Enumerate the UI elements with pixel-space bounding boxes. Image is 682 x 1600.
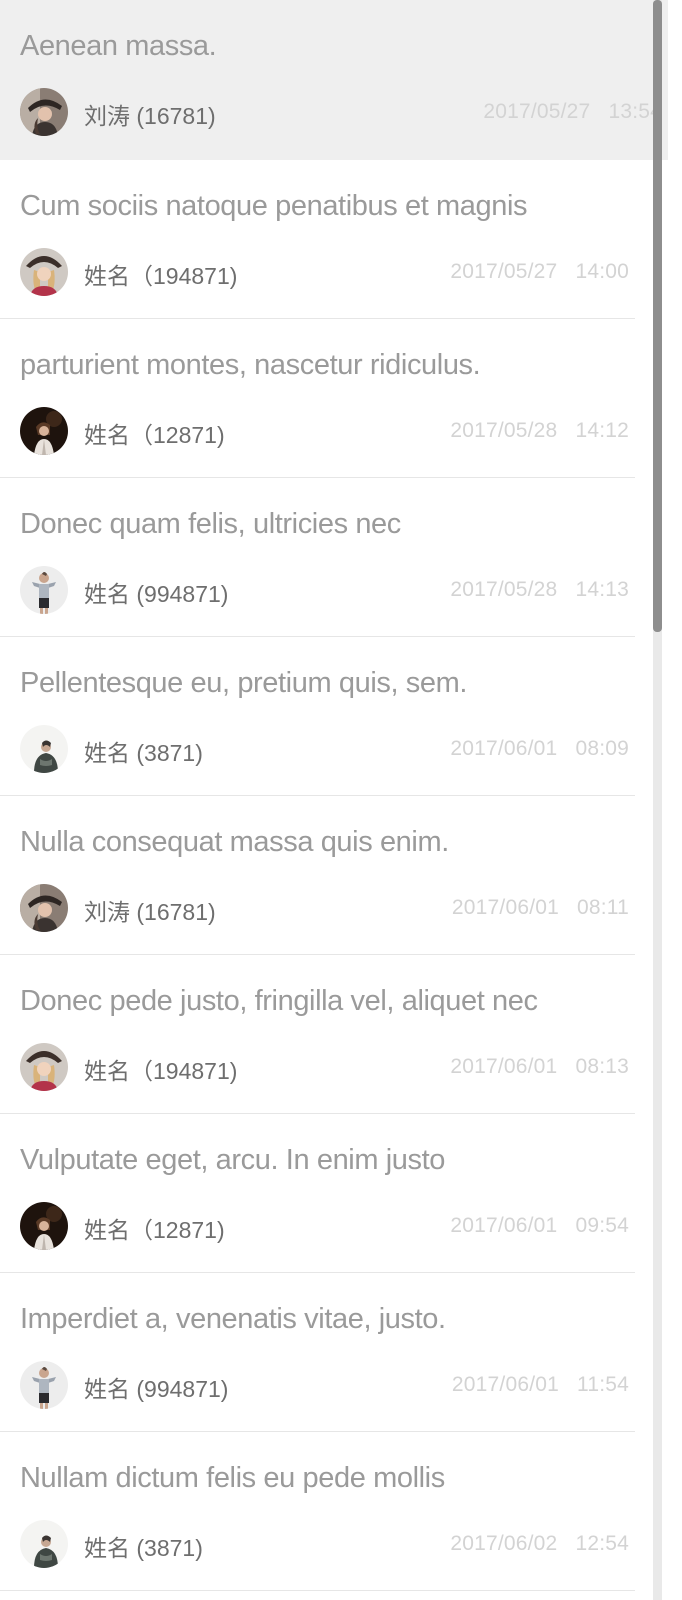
author-name: 姓名 (994871)	[84, 581, 229, 607]
message-time: 08:11	[577, 896, 629, 919]
message-title: Donec pede justo, fringilla vel, aliquet…	[20, 985, 538, 1017]
message-meta: 刘涛 (16781) 2017/05/27 13:54	[20, 88, 662, 138]
message-meta: 姓名 (994871) 2017/05/28 14:13	[20, 566, 629, 616]
avatar-woman-coat-icon	[20, 1520, 68, 1568]
message-title: Pellentesque eu, pretium quis, sem.	[20, 667, 468, 699]
message-date: 2017/05/28	[450, 419, 558, 442]
list-item[interactable]: Donec pede justo, fringilla vel, aliquet…	[0, 955, 635, 1114]
list-item[interactable]: Pellentesque eu, pretium quis, sem. 姓名 (…	[0, 637, 635, 796]
message-time: 08:13	[575, 1055, 629, 1078]
message-datetime: 2017/05/28 14:13	[450, 578, 629, 602]
avatar[interactable]	[20, 884, 68, 932]
avatar-woman-coat-icon	[20, 725, 68, 773]
message-list: Aenean massa. 刘涛 (16781) 2017/05/27 13:54…	[0, 0, 668, 1600]
message-datetime: 2017/06/01 08:11	[452, 896, 629, 920]
message-date: 2017/06/01	[450, 1055, 558, 1078]
message-meta: 姓名（194871) 2017/05/27 14:00	[20, 248, 629, 298]
author-name: 姓名（12871)	[84, 422, 225, 448]
avatar-blonde-woman-icon	[20, 248, 68, 296]
author-name: 姓名 (3871)	[84, 740, 203, 766]
author-name: 刘涛 (16781)	[84, 899, 216, 925]
avatar[interactable]	[20, 566, 68, 614]
message-title: Nullam dictum felis eu pede mollis	[20, 1462, 445, 1494]
message-datetime: 2017/06/02 12:54	[450, 1532, 629, 1556]
message-time: 09:54	[575, 1214, 629, 1237]
message-datetime: 2017/05/28 14:12	[450, 419, 629, 443]
message-datetime: 2017/06/01 11:54	[452, 1373, 629, 1397]
message-datetime: 2017/05/27 14:00	[450, 260, 629, 284]
message-time: 14:12	[575, 419, 629, 442]
avatar-woman-hat-icon	[20, 884, 68, 932]
avatar-dark-portrait-icon	[20, 407, 68, 455]
message-meta: 姓名（12871) 2017/06/01 09:54	[20, 1202, 629, 1252]
message-title: parturient montes, nascetur ridiculus.	[20, 349, 481, 381]
avatar[interactable]	[20, 1520, 68, 1568]
message-meta: 姓名 (994871) 2017/06/01 11:54	[20, 1361, 629, 1411]
list-item[interactable]: Nullam dictum felis eu pede mollis 姓名 (3…	[0, 1432, 635, 1591]
message-date: 2017/06/01	[451, 896, 559, 919]
message-time: 08:09	[575, 737, 629, 760]
message-title: Imperdiet a, venenatis vitae, justo.	[20, 1303, 446, 1335]
avatar-blonde-woman-icon	[20, 1043, 68, 1091]
list-item[interactable]: Cum sociis natoque penatibus et magnis 姓…	[0, 160, 635, 319]
avatar-woman-standing-icon	[20, 566, 68, 614]
message-date: 2017/06/01	[450, 1214, 558, 1237]
message-title: Aenean massa.	[20, 30, 217, 62]
author-name: 刘涛 (16781)	[84, 103, 216, 129]
message-meta: 姓名（194871) 2017/06/01 08:13	[20, 1043, 629, 1093]
avatar[interactable]	[20, 248, 68, 296]
message-date: 2017/06/01	[450, 737, 558, 760]
message-datetime: 2017/05/27 13:54	[483, 100, 662, 124]
message-meta: 姓名 (3871) 2017/06/02 12:54	[20, 1520, 629, 1570]
author-name: 姓名（194871)	[84, 1058, 238, 1084]
list-item[interactable]: Imperdiet a, venenatis vitae, justo. 姓名 …	[0, 1273, 635, 1432]
list-item[interactable]: Vulputate eget, arcu. In enim justo 姓名（1…	[0, 1114, 635, 1273]
list-item[interactable]: parturient montes, nascetur ridiculus. 姓…	[0, 319, 635, 478]
author-name: 姓名 (994871)	[84, 1376, 229, 1402]
avatar[interactable]	[20, 1202, 68, 1250]
avatar[interactable]	[20, 407, 68, 455]
list-item[interactable]: Donec quam felis, ultricies nec 姓名 (9948…	[0, 478, 635, 637]
avatar-dark-portrait-icon	[20, 1202, 68, 1250]
avatar[interactable]	[20, 1043, 68, 1091]
avatar[interactable]	[20, 88, 68, 136]
message-time: 14:00	[575, 260, 629, 283]
message-datetime: 2017/06/01 09:54	[450, 1214, 629, 1238]
message-title: Cum sociis natoque penatibus et magnis	[20, 190, 528, 222]
message-date: 2017/06/02	[450, 1532, 558, 1555]
list-item[interactable]: Aenean massa. 刘涛 (16781) 2017/05/27 13:54	[0, 0, 668, 160]
message-date: 2017/05/28	[450, 578, 558, 601]
author-name: 姓名（12871)	[84, 1217, 225, 1243]
message-time: 11:54	[577, 1373, 629, 1396]
author-name: 姓名 (3871)	[84, 1535, 203, 1561]
author-name: 姓名（194871)	[84, 263, 238, 289]
message-title: Nulla consequat massa quis enim.	[20, 826, 449, 858]
message-meta: 姓名 (3871) 2017/06/01 08:09	[20, 725, 629, 775]
message-date: 2017/05/27	[483, 100, 591, 123]
scrollbar-thumb[interactable]	[653, 0, 662, 632]
message-time: 14:13	[575, 578, 629, 601]
message-meta: 刘涛 (16781) 2017/06/01 08:11	[20, 884, 629, 934]
message-datetime: 2017/06/01 08:09	[450, 737, 629, 761]
message-meta: 姓名（12871) 2017/05/28 14:12	[20, 407, 629, 457]
message-title: Vulputate eget, arcu. In enim justo	[20, 1144, 446, 1176]
avatar-woman-hat-icon	[20, 88, 68, 136]
list-item[interactable]: Nulla consequat massa quis enim. 刘涛 (167…	[0, 796, 635, 955]
scrollbar[interactable]	[653, 0, 662, 1600]
message-time: 12:54	[575, 1532, 629, 1555]
avatar-woman-standing-icon	[20, 1361, 68, 1409]
avatar[interactable]	[20, 725, 68, 773]
message-date: 2017/05/27	[450, 260, 558, 283]
message-datetime: 2017/06/01 08:13	[450, 1055, 629, 1079]
message-title: Donec quam felis, ultricies nec	[20, 508, 401, 540]
avatar[interactable]	[20, 1361, 68, 1409]
message-date: 2017/06/01	[451, 1373, 559, 1396]
